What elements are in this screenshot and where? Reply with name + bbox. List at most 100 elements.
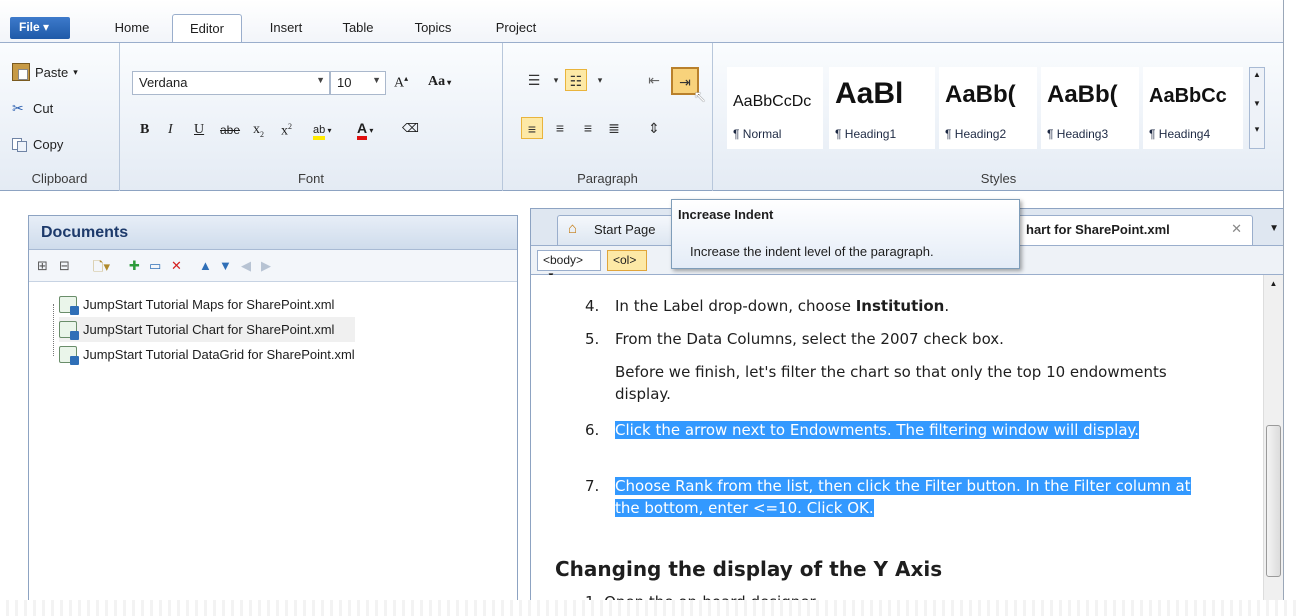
xml-file-icon <box>59 321 79 340</box>
file-menu-button[interactable]: File ▾ <box>10 17 70 39</box>
underline-icon[interactable]: U <box>194 122 204 138</box>
cut-label: Cut <box>33 100 54 116</box>
paste-dropdown-icon[interactable]: ▾ <box>73 67 78 78</box>
style-heading1[interactable]: AaBl ¶ Heading1 <box>829 67 935 149</box>
list-text-bold: Institution <box>855 297 945 315</box>
font-size-select[interactable]: 10 ▼ <box>330 71 386 95</box>
font-family-select[interactable]: Verdana ▼ <box>132 71 330 95</box>
styles-group: AaBbCcDc ¶ Normal AaBl ¶ Heading1 AaBb( … <box>713 43 1283 191</box>
style-sample: AaBl <box>835 77 904 110</box>
align-right-icon[interactable]: ≡ <box>577 117 599 139</box>
chevron-down-icon[interactable]: ▾ <box>545 69 567 91</box>
tab-home[interactable]: Home <box>102 17 162 42</box>
collapse-all-icon[interactable]: ⊟ <box>59 258 70 274</box>
tab-insert[interactable]: Insert <box>256 17 316 42</box>
paragraph-group-label: Paragraph <box>577 171 638 186</box>
superscript-icon[interactable]: x2 <box>281 122 292 140</box>
list-text: Before we finish, let's filter the chart… <box>615 363 1167 403</box>
scroll-up-icon[interactable]: ▲ <box>1264 279 1283 288</box>
tab-topics[interactable]: Topics <box>400 17 466 42</box>
copy-button[interactable]: Copy <box>12 136 63 152</box>
add-file-icon[interactable]: ✚ <box>129 258 140 274</box>
style-heading4[interactable]: AaBbCc ¶ Heading4 <box>1143 67 1243 149</box>
list-number: 4. <box>585 297 600 315</box>
clipboard-group-label: Clipboard <box>31 171 88 186</box>
tooltip-title: Increase Indent <box>678 207 774 222</box>
font-group-label: Font <box>297 171 324 186</box>
cut-button[interactable]: ✂ Cut <box>12 100 53 116</box>
scrollbar-thumb[interactable] <box>1266 425 1281 577</box>
document-content[interactable]: 4. In the Label drop-down, choose Instit… <box>531 275 1265 610</box>
tab-editor[interactable]: Editor <box>172 14 242 43</box>
tree-connector <box>53 304 54 356</box>
tree-item[interactable]: JumpStart Tutorial Maps for SharePoint.x… <box>59 292 355 317</box>
move-down-icon[interactable]: ▼ <box>219 258 232 273</box>
close-icon[interactable]: ✕ <box>1231 221 1242 237</box>
tree-item[interactable]: JumpStart Tutorial DataGrid for SharePoi… <box>59 342 355 367</box>
tab-active-document[interactable]: hart for SharePoint.xml ✕ <box>1001 215 1253 245</box>
bullets-icon[interactable]: ☰ <box>523 69 545 91</box>
font-color-button[interactable]: A ▾ <box>357 120 373 140</box>
list-item: 4. In the Label drop-down, choose Instit… <box>585 295 1215 317</box>
font-size-value: 10 <box>337 75 352 90</box>
italic-icon[interactable]: I <box>168 122 173 138</box>
move-up-icon[interactable]: ▲ <box>199 258 212 273</box>
strikethrough-icon[interactable]: abe <box>220 123 240 137</box>
chevron-down-icon[interactable]: ▼ <box>1250 99 1264 108</box>
tab-project[interactable]: Project <box>482 17 550 42</box>
tooltip-body: Increase the indent level of the paragra… <box>690 244 934 259</box>
ribbon: Paste ▾ ✂ Cut Copy Clipboard Verdana ▼ 1… <box>0 42 1283 191</box>
move-left-icon[interactable]: ◀ <box>241 258 251 274</box>
tab-list-dropdown[interactable]: ▼ <box>1269 223 1279 234</box>
style-name: ¶ Heading4 <box>1149 127 1211 141</box>
chevron-down-icon: ▼ <box>316 75 325 85</box>
rename-icon[interactable]: ▭ <box>149 258 161 274</box>
highlighter-icon: ab <box>313 124 326 140</box>
move-right-icon[interactable]: ▶ <box>261 258 271 274</box>
style-sample: AaBb( <box>945 81 1016 108</box>
decrease-indent-icon[interactable]: ⇤ <box>643 69 665 91</box>
documents-panel: Documents ⊞ ⊟ 🗋▾ ✚ ▭ ✕ ▲ ▼ ◀ ▶ JumpStart… <box>28 215 518 610</box>
chevron-up-icon[interactable]: ▲ <box>1250 70 1264 79</box>
new-document-icon[interactable]: 🗋▾ <box>93 258 110 280</box>
chevron-down-icon[interactable]: ▾ <box>589 69 611 91</box>
list-item-selected: 7. Choose Rank from the list, then click… <box>585 475 1215 519</box>
change-case-button[interactable]: Aa ▾ <box>428 74 451 90</box>
editor-scrollbar[interactable]: ▲ <box>1263 275 1283 610</box>
clear-formatting-icon[interactable]: ⌫ <box>402 121 419 135</box>
align-center-icon[interactable]: ≡ <box>549 117 571 139</box>
font-family-value: Verdana <box>139 75 188 90</box>
bold-icon[interactable]: B <box>140 122 149 138</box>
home-icon: ⌂ <box>568 220 578 237</box>
selected-text: Choose Rank from the list, then click th… <box>615 477 1191 517</box>
style-heading3[interactable]: AaBb( ¶ Heading3 <box>1041 67 1139 149</box>
expand-all-icon[interactable]: ⊞ <box>37 258 48 274</box>
numbering-icon[interactable]: ☷ <box>565 69 587 91</box>
highlight-color-button[interactable]: ab ▾ <box>313 120 332 140</box>
styles-gallery-scroller[interactable]: ▲ ▼ ▾ <box>1249 67 1265 149</box>
tab-document-label: hart for SharePoint.xml <box>1026 222 1170 237</box>
more-styles-icon[interactable]: ▾ <box>1250 124 1264 135</box>
tab-table[interactable]: Table <box>332 17 384 42</box>
list-paragraph: Before we finish, let's filter the chart… <box>615 361 1215 405</box>
style-normal[interactable]: AaBbCcDc ¶ Normal <box>727 67 823 149</box>
font-color-icon: A <box>357 120 368 140</box>
justify-icon[interactable]: ≣ <box>603 117 625 139</box>
scissors-icon: ✂ <box>12 100 24 116</box>
style-sample: AaBbCc <box>1149 85 1227 107</box>
align-left-icon[interactable]: ≡ <box>521 117 543 139</box>
breadcrumb-body[interactable]: <body> ▼ <box>537 250 601 280</box>
style-name: ¶ Heading1 <box>835 127 897 141</box>
breadcrumb-body-label: <body> <box>543 253 584 267</box>
breadcrumb-ol[interactable]: <ol> <box>607 250 647 271</box>
paste-button[interactable]: Paste ▾ <box>12 63 78 81</box>
style-heading2[interactable]: AaBb( ¶ Heading2 <box>939 67 1037 149</box>
line-spacing-icon[interactable]: ⇕ <box>643 117 665 139</box>
subscript-icon[interactable]: x2 <box>253 122 264 139</box>
tree-item-selected[interactable]: JumpStart Tutorial Chart for SharePoint.… <box>59 317 355 342</box>
style-name: ¶ Heading3 <box>1047 127 1109 141</box>
list-text: In the Label drop-down, choose <box>615 297 856 315</box>
app-window: File ▾ Home Editor Insert Table Topics P… <box>0 0 1284 610</box>
delete-icon[interactable]: ✕ <box>171 258 182 274</box>
grow-font-button[interactable]: A▴ <box>394 74 408 92</box>
